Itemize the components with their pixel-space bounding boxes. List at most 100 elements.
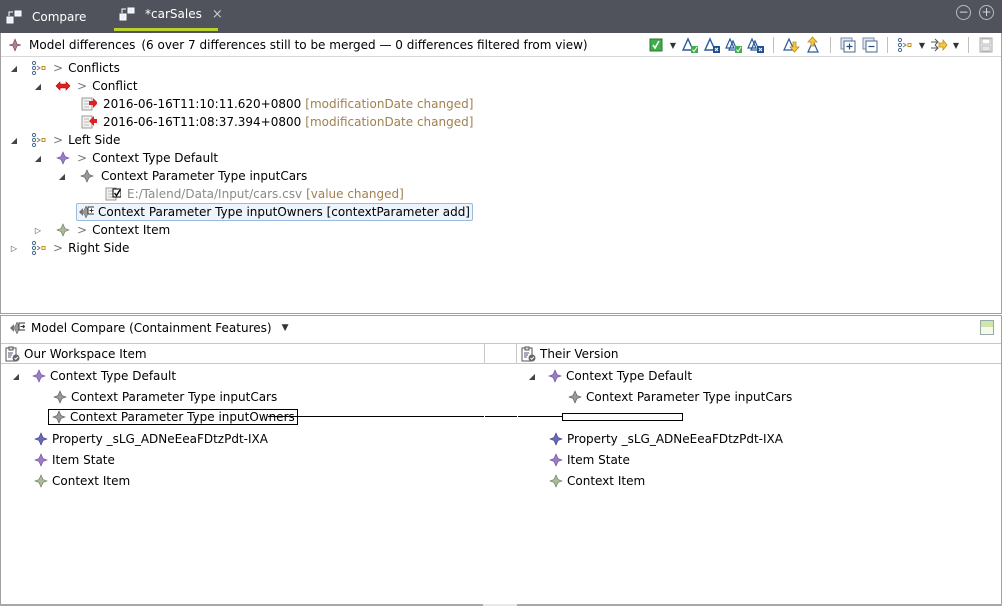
tree-item-right-side[interactable]: ▷ > Right Side xyxy=(9,239,129,257)
tree-item-context-type-default[interactable]: ◢ > Context Type Default xyxy=(33,149,218,167)
context-parameter-icon xyxy=(567,389,583,405)
left-column-header: Our Workspace Item xyxy=(1,344,485,364)
left-tree-item[interactable]: Property _sLG_ADNeEeaFDtzPdt-IXA xyxy=(33,430,268,448)
close-tab-icon[interactable]: × xyxy=(212,7,223,22)
tree-item-label: Context Type Default xyxy=(566,369,693,383)
tree-item-label: E:/Talend/Data/Input/cars.csv xyxy=(127,187,303,201)
previous-diff-icon xyxy=(807,36,819,53)
group-icon xyxy=(897,37,912,53)
compare-icon xyxy=(6,9,22,25)
tree-item-change[interactable]: 2016-06-16T11:08:37.394+0800 [modificati… xyxy=(81,113,473,131)
tab-carsales[interactable]: *carSales × xyxy=(114,0,223,31)
diff-connector-line xyxy=(518,416,562,417)
left-tree-item[interactable]: Context Item xyxy=(33,472,130,490)
right-header-label: Their Version xyxy=(540,347,619,361)
left-tree-item[interactable]: ◢ Context Type Default xyxy=(11,367,176,385)
reject-all-button[interactable] xyxy=(747,36,765,54)
collapse-all-button[interactable] xyxy=(861,36,879,54)
accept-all-icon xyxy=(725,37,742,53)
differences-summary: (6 over 7 differences still to be merged… xyxy=(141,37,588,52)
tree-item-label: Context Type Default xyxy=(92,151,219,165)
model-differences-panel: Model differences (6 over 7 differences … xyxy=(0,33,1002,314)
outgoing-change-icon xyxy=(81,114,97,130)
tree-item-label: 2016-06-16T11:10:11.620+0800 xyxy=(103,97,302,111)
right-tree-item[interactable]: ◢ Context Type Default xyxy=(527,367,692,385)
model-diff-icon xyxy=(7,37,23,53)
group-icon xyxy=(31,60,47,76)
right-tree-item[interactable]: Item State xyxy=(548,451,630,469)
previous-diff-button[interactable] xyxy=(804,36,822,54)
tree-item-left-side[interactable]: ◢ > Left Side xyxy=(9,131,120,149)
merge-direction-dropdown-icon[interactable]: ▼ xyxy=(952,41,960,50)
prefix-chevron: > xyxy=(53,241,64,255)
tree-item-label: Right Side xyxy=(68,241,130,255)
next-diff-button[interactable] xyxy=(782,36,800,54)
layout-toggle-button[interactable] xyxy=(980,320,994,335)
tree-item-value-change[interactable]: E:/Talend/Data/Input/cars.csv [value cha… xyxy=(105,185,404,203)
differences-header: Model differences (6 over 7 differences … xyxy=(1,33,1001,57)
accept-all-button[interactable] xyxy=(725,36,743,54)
compare-editor: Compare *carSales × − + Model difference… xyxy=(0,0,1002,608)
tree-item-label: Context Parameter Type inputOwners [cont… xyxy=(98,205,470,219)
expanded-twisty-icon[interactable]: ◢ xyxy=(9,64,19,73)
tree-item-change[interactable]: 2016-06-16T11:10:11.620+0800 [modificati… xyxy=(81,95,473,113)
tree-item-input-cars[interactable]: ◢ Context Parameter Type inputCars xyxy=(57,167,307,185)
editor-tab-bar: Compare *carSales × − + xyxy=(0,0,1002,33)
right-tree-item[interactable]: Context Item xyxy=(548,472,645,490)
left-tree-item-highlighted[interactable]: Context Parameter Type inputOwners xyxy=(48,408,298,426)
tree-item-conflict[interactable]: ◢ > Conflict xyxy=(33,77,138,95)
tab-compare[interactable]: Compare xyxy=(6,0,86,33)
tree-item-context-item[interactable]: ▷ > Context Item xyxy=(33,221,170,239)
expanded-twisty-icon[interactable]: ◢ xyxy=(11,372,21,381)
reject-change-button[interactable] xyxy=(703,36,721,54)
expanded-twisty-icon[interactable]: ◢ xyxy=(33,154,43,163)
context-parameter-icon xyxy=(79,168,95,184)
minimize-button[interactable]: − xyxy=(956,5,971,20)
accept-change-icon xyxy=(681,37,698,53)
accept-change-button[interactable] xyxy=(681,36,699,54)
left-tree-item[interactable]: Context Parameter Type inputCars xyxy=(52,388,277,406)
save-button[interactable] xyxy=(977,36,995,54)
expanded-twisty-icon[interactable]: ◢ xyxy=(33,82,43,91)
compare-icon xyxy=(119,6,135,22)
group-button[interactable] xyxy=(896,36,914,54)
save-icon xyxy=(979,37,993,53)
maximize-button[interactable]: + xyxy=(979,5,994,20)
viewer-dropdown-icon[interactable]: ▼ xyxy=(282,323,289,333)
expanded-twisty-icon[interactable]: ◢ xyxy=(57,172,67,181)
add-parameter-icon xyxy=(78,204,94,220)
expanded-twisty-icon[interactable]: ◢ xyxy=(9,136,19,145)
collapsed-twisty-icon[interactable]: ▷ xyxy=(33,226,43,235)
tree-item-label: Context Type Default xyxy=(50,369,177,383)
tab-label: *carSales xyxy=(145,7,202,21)
context-parameter-icon xyxy=(52,389,68,405)
reject-change-icon xyxy=(703,37,720,53)
right-tree-item[interactable]: Property _sLG_ADNeEeaFDtzPdt-IXA xyxy=(548,430,783,448)
expanded-twisty-icon[interactable]: ◢ xyxy=(527,372,537,381)
model-compare-title: Model Compare (Containment Features) xyxy=(31,321,272,335)
property-icon xyxy=(33,431,49,447)
merge-direction-button[interactable] xyxy=(930,36,948,54)
tree-item-label: Context Parameter Type inputCars xyxy=(586,390,793,404)
expand-all-icon xyxy=(840,37,856,53)
tree-item-label: Conflict xyxy=(92,79,138,93)
sash-handle[interactable] xyxy=(483,604,517,606)
group-dropdown-icon[interactable]: ▼ xyxy=(918,41,926,50)
filter-dropdown-icon[interactable]: ▼ xyxy=(669,41,677,50)
tree-item-input-owners-selected[interactable]: Context Parameter Type inputOwners [cont… xyxy=(76,203,473,221)
left-tree-item[interactable]: Item State xyxy=(33,451,115,469)
tree-item-label: Property _sLG_ADNeEeaFDtzPdt-IXA xyxy=(567,432,783,446)
group-icon xyxy=(31,240,47,256)
filter-checkbox-button[interactable] xyxy=(647,36,665,54)
toolbar-separator xyxy=(773,37,774,53)
property-icon xyxy=(548,431,564,447)
right-tree-item[interactable]: Context Parameter Type inputCars xyxy=(567,388,792,406)
compare-column-headers: Our Workspace Item Their Version xyxy=(1,343,1001,364)
tree-item-label: Context Item xyxy=(52,474,131,488)
expand-all-button[interactable] xyxy=(839,36,857,54)
tree-item-conflicts[interactable]: ◢ > Conflicts xyxy=(9,59,120,77)
collapsed-twisty-icon[interactable]: ▷ xyxy=(9,244,19,253)
change-note: [modificationDate changed] xyxy=(305,97,474,111)
their-version-icon xyxy=(520,346,536,362)
toolbar-separator xyxy=(830,37,831,53)
